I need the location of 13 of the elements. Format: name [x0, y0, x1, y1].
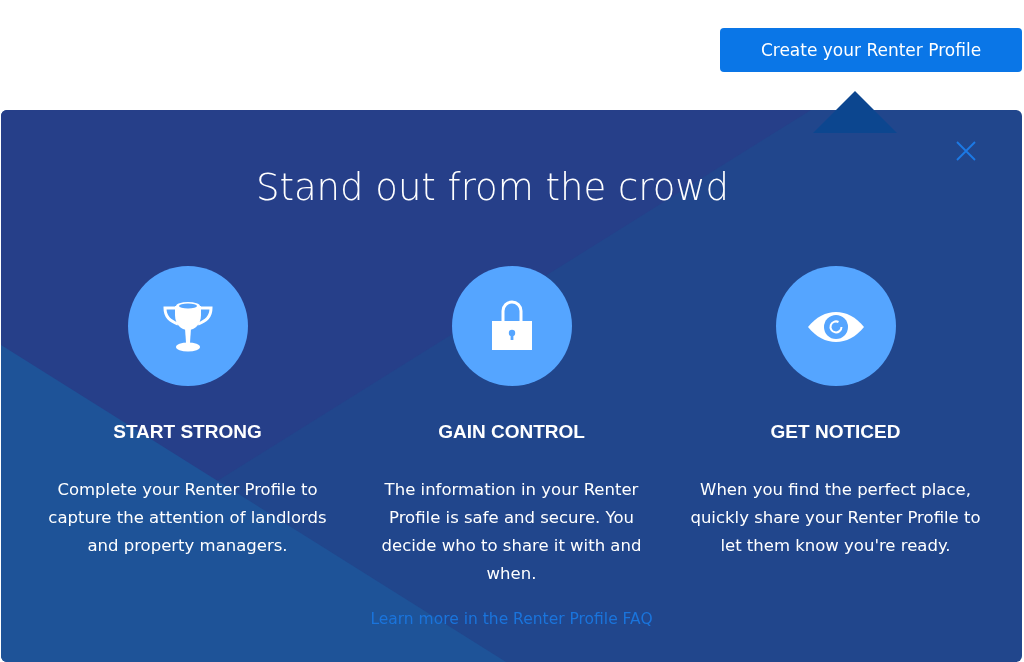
feature-heading: START STRONG [113, 420, 262, 444]
trophy-icon [127, 266, 248, 386]
feature-description: Complete your Renter Profile to capture the attention of landlords and property managers. [47, 479, 328, 557]
feature-description: The information in your Renter Profile is safe and secure. You decide who to share it with and when. [380, 479, 643, 585]
create-profile-button[interactable]: Create your Renter Profile [720, 28, 1022, 72]
padlock-icon [451, 266, 572, 386]
feature-heading: GET NOTICED [770, 420, 901, 444]
close-icon [956, 141, 976, 161]
panel-title: Stand out from the crowd [255, 165, 730, 211]
eye-icon [775, 266, 896, 386]
feature-description: When you find the perfect place, quickly share your Renter Profile to let them know you're ready. [689, 479, 982, 557]
feature-heading: GAIN CONTROL [438, 420, 585, 444]
close-button[interactable] [956, 141, 976, 161]
